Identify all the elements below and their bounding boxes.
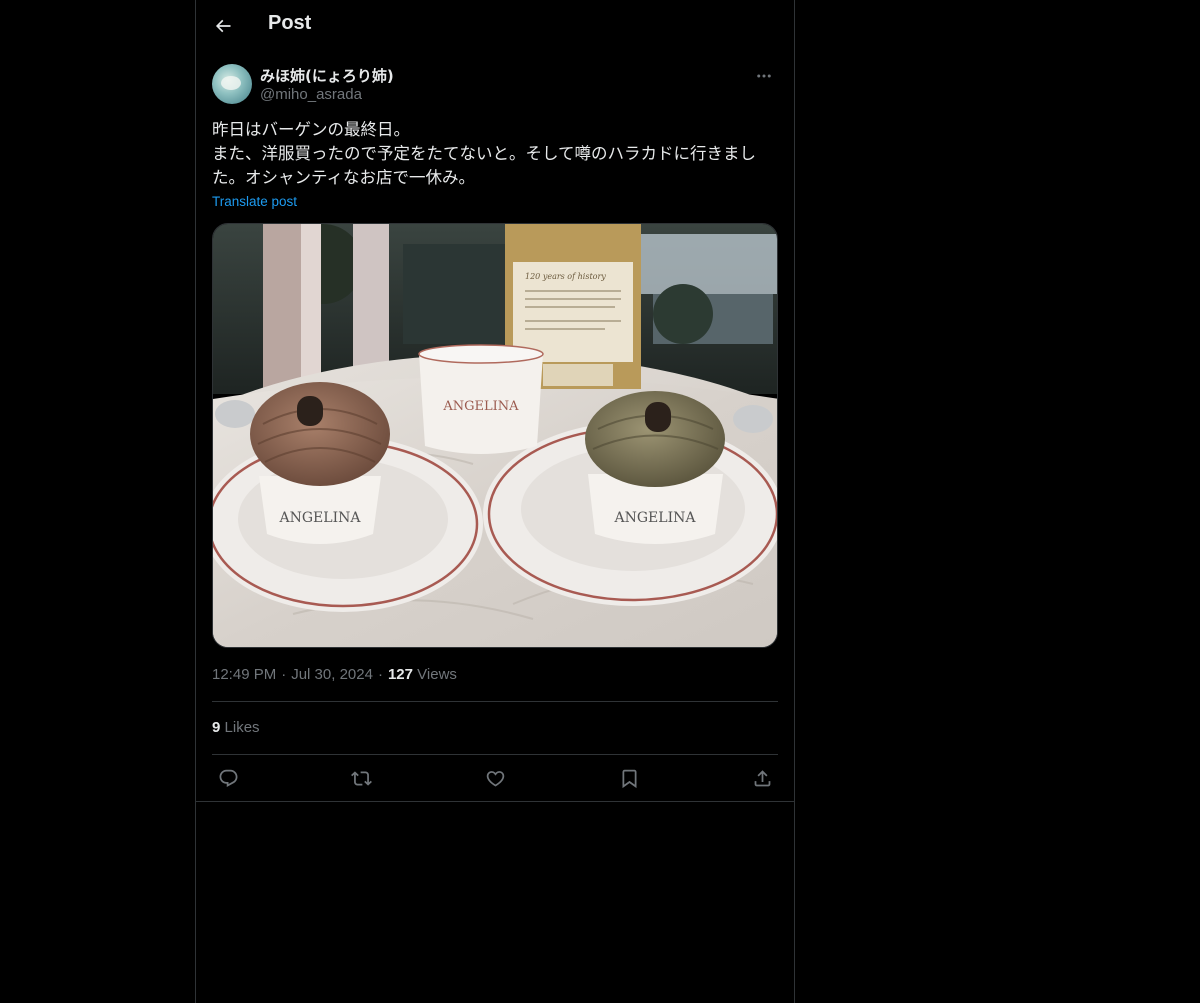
reply-icon bbox=[219, 769, 237, 787]
dessert-right-label: ANGELINA bbox=[614, 510, 697, 526]
likes-count: 9 bbox=[212, 719, 221, 736]
post-metadata: 12:49 PM · Jul 30, 2024 · 127 Views bbox=[212, 666, 457, 683]
meta-separator: · bbox=[377, 666, 383, 683]
bookmark-button[interactable] bbox=[613, 762, 645, 794]
like-button[interactable] bbox=[479, 762, 511, 794]
repost-icon bbox=[350, 770, 372, 786]
likes-link[interactable]: 9 Likes bbox=[212, 719, 260, 736]
post-bottom-border bbox=[196, 801, 794, 802]
cup-label-text: ANGELINA bbox=[442, 399, 519, 414]
dessert-left-label: ANGELINA bbox=[279, 510, 362, 526]
meta-separator: · bbox=[281, 666, 287, 683]
share-button[interactable] bbox=[746, 762, 778, 794]
divider bbox=[212, 701, 778, 702]
views-label: Views bbox=[417, 666, 457, 683]
repost-button[interactable] bbox=[345, 762, 377, 794]
bookmark-icon bbox=[622, 769, 636, 788]
more-options-button[interactable] bbox=[750, 66, 778, 86]
post-media-photo[interactable]: 120 years of history ANGELINA ANGELINA A… bbox=[212, 223, 778, 648]
reply-button[interactable] bbox=[212, 762, 244, 794]
card-heading-text: 120 years of history bbox=[525, 272, 606, 281]
post-author: みほ姉(にょろり姉) @miho_asrada bbox=[212, 64, 778, 108]
likes-label: Likes bbox=[224, 719, 260, 736]
post-date[interactable]: Jul 30, 2024 bbox=[291, 666, 373, 683]
more-horizontal-icon bbox=[757, 74, 771, 78]
avatar[interactable] bbox=[212, 64, 252, 104]
divider bbox=[212, 754, 778, 755]
translate-post-link[interactable]: Translate post bbox=[212, 194, 297, 209]
page-title: Post bbox=[268, 12, 312, 34]
post-actions-bar bbox=[212, 762, 778, 794]
share-icon bbox=[754, 769, 770, 786]
page-header: Post bbox=[196, 0, 794, 53]
heart-icon bbox=[486, 770, 504, 787]
arrow-left-icon bbox=[215, 19, 231, 33]
post-text: 昨日はバーゲンの最終日。 また、洋服買ったので予定をたてないと。そして噂のハラカ… bbox=[212, 120, 757, 187]
photo-dessert-plates: 120 years of history ANGELINA ANGELINA A… bbox=[213, 224, 777, 647]
post-time[interactable]: 12:49 PM bbox=[212, 666, 276, 683]
primary-column: Post みほ姉(にょろり姉) @miho_asrada 昨日はバーゲンの最終日… bbox=[195, 0, 795, 1003]
views-count: 127 bbox=[387, 666, 413, 683]
author-handle[interactable]: @miho_asrada bbox=[260, 86, 362, 103]
back-button[interactable] bbox=[206, 9, 240, 43]
author-display-name[interactable]: みほ姉(にょろり姉) bbox=[260, 65, 394, 86]
